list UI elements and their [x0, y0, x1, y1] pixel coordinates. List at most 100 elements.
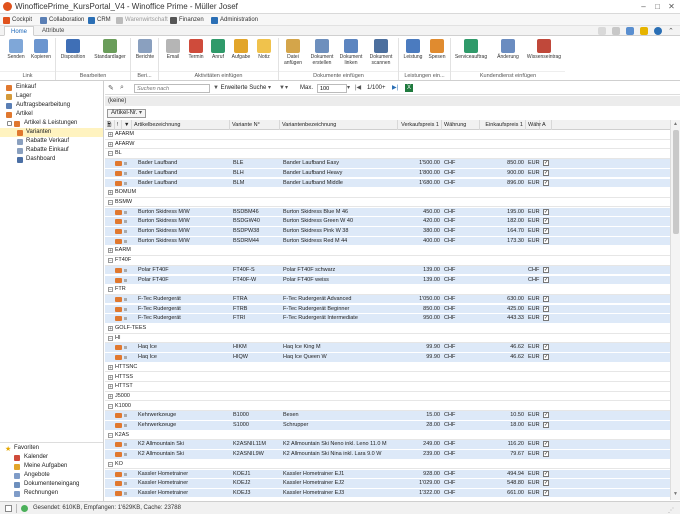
module-administration[interactable]: Administration — [211, 15, 258, 25]
table-row[interactable]: Polar FT40F FT40F-W Polar FT40F weiss 139.0… — [105, 275, 670, 285]
expand-icon[interactable]: + — [108, 132, 113, 138]
expand-icon[interactable]: + — [108, 364, 113, 370]
table-row[interactable]: Bader Laufband BLE Bander Laufband Easy 1'5… — [105, 159, 670, 169]
collapse-icon[interactable]: − — [108, 461, 113, 467]
expand-icon[interactable]: + — [108, 384, 113, 390]
column-header-verkaufspreis[interactable]: Verkaufspreis 1 — [398, 120, 442, 130]
group-row[interactable]: − KO — [105, 459, 670, 470]
active-checkbox[interactable]: ✓ — [543, 354, 549, 361]
nav-item-einkauf[interactable]: Einkauf — [0, 83, 103, 92]
vertical-scrollbar[interactable]: ▲ ▼ — [670, 120, 680, 500]
fav-item-angebote[interactable]: Angebote — [0, 471, 103, 480]
active-checkbox[interactable]: ✓ — [543, 451, 549, 458]
expand-icon[interactable]: + — [108, 326, 113, 332]
first-page-icon[interactable]: |◀ — [355, 84, 361, 93]
module-crm[interactable]: CRM — [88, 15, 111, 25]
active-checkbox[interactable]: ✓ — [543, 344, 549, 351]
active-checkbox[interactable]: ✓ — [543, 480, 549, 487]
fav-item-dokumenteneingang[interactable]: Dokumenteneingang — [0, 480, 103, 489]
module-finanzen[interactable]: Finanzen — [170, 15, 204, 25]
collapse-icon[interactable]: − — [108, 403, 113, 409]
table-row[interactable]: K2 Allmountain Ski K2ASNIL11M K2 Allmounta… — [105, 440, 670, 450]
table-row[interactable]: Kassler Hometrainer KOEJ2 Kassler Hometrai… — [105, 479, 670, 489]
active-checkbox[interactable]: ✓ — [543, 315, 549, 322]
max-dropdown-icon[interactable]: ▾ — [347, 84, 350, 93]
column-header-filter[interactable]: ▼ — [122, 120, 132, 130]
group-row[interactable]: − BL — [105, 149, 670, 159]
active-checkbox[interactable]: ✓ — [543, 441, 549, 448]
aenderung-button[interactable]: Änderung — [493, 39, 523, 69]
notiz-button[interactable]: Notiz — [251, 39, 277, 69]
active-checkbox[interactable]: ✓ — [543, 218, 549, 225]
max-input[interactable] — [317, 84, 347, 93]
group-row[interactable]: + BOMUM — [105, 188, 670, 198]
nav-item-rabatte-einkauf[interactable]: Rabatte Einkauf — [0, 146, 103, 155]
active-checkbox[interactable]: ✓ — [543, 228, 549, 234]
active-checkbox[interactable]: ✓ — [543, 208, 549, 215]
kopieren-button[interactable]: Kopieren — [28, 39, 54, 69]
table-row[interactable]: Burton Skidress M/W BSDRM44 Burton Skidres… — [105, 236, 670, 247]
column-header-waehrung-ek[interactable]: Währ — [526, 120, 541, 130]
active-checkbox[interactable]: ✓ — [543, 470, 549, 477]
group-row[interactable]: − FTR — [105, 285, 670, 295]
berichte-button[interactable]: Berichte — [132, 39, 158, 69]
table-row[interactable]: Burton Skidress M/W BSDBM46 Burton Skidres… — [105, 207, 670, 218]
module-collaboration[interactable]: Collaboration — [40, 15, 84, 25]
column-header-aktiv[interactable]: A — [540, 120, 552, 130]
group-row[interactable]: + J5000 — [105, 391, 670, 402]
group-row[interactable]: +KOCKA — [105, 498, 670, 500]
table-row[interactable]: Bader Laufband BLH Bander Laufband Heavy 1'… — [105, 168, 670, 179]
active-checkbox[interactable]: ✓ — [543, 160, 549, 167]
help-toolbar-icon[interactable] — [612, 27, 620, 35]
active-checkbox[interactable]: ✓ — [543, 276, 549, 283]
group-row[interactable]: + EARM — [105, 246, 670, 256]
help-icon[interactable] — [654, 27, 662, 35]
group-row[interactable]: + HTTST — [105, 382, 670, 392]
minimize-icon[interactable]: – — [638, 1, 649, 12]
maximize-icon[interactable]: □ — [652, 1, 663, 12]
column-header-artikelbezeichnung[interactable]: Artikelbezeichnung — [132, 120, 230, 130]
table-row[interactable]: Haq Ice HIQW Haq Ice Queen W 99.90 CHF 46.62 E… — [105, 353, 670, 363]
collapse-icon[interactable]: − — [108, 287, 113, 293]
close-icon[interactable]: ✕ — [666, 1, 677, 12]
module-warenwirtschaft[interactable]: Warenwirtschaft — [116, 15, 168, 25]
module-cockpit[interactable]: Cockpit — [3, 15, 32, 25]
active-checkbox[interactable]: ✓ — [543, 489, 549, 496]
expand-icon[interactable]: + — [108, 248, 113, 254]
expand-icon[interactable]: + — [108, 190, 113, 196]
datei-anfuegen-button[interactable]: Datei anfügen — [280, 39, 306, 69]
group-row[interactable]: + AFARM — [105, 130, 670, 140]
collapse-icon[interactable]: − — [108, 335, 113, 341]
table-row[interactable]: Kehrwerkzeuge B1000 Besen 15.00 CHF 10.50 EUR ✓ — [105, 411, 670, 421]
expand-icon[interactable]: + — [108, 393, 113, 399]
collapse-icon[interactable]: − — [108, 432, 113, 438]
column-header-variante[interactable]: Variante N° — [230, 120, 280, 130]
advanced-search-dropdown[interactable]: ▼ Erweiterte Suche ▾ — [213, 84, 271, 93]
excel-export-icon[interactable]: X — [405, 84, 413, 92]
nav-item-varianten[interactable]: Varianten — [0, 128, 103, 137]
group-row[interactable]: + HTTSNC — [105, 362, 670, 373]
table-row[interactable]: F-Tec Rudergerät FTRB F-Tec Rudergerät Beg… — [105, 304, 670, 315]
expand-icon[interactable]: + — [108, 374, 113, 380]
nav-item-rabatte-verkauf[interactable]: Rabatte Verkauf — [0, 137, 103, 146]
dokument-linken-button[interactable]: Dokument linken — [338, 39, 364, 69]
expand-icon[interactable]: + — [108, 141, 113, 147]
serviceauftrag-button[interactable]: Serviceauftrag — [453, 39, 489, 69]
table-row[interactable]: F-Tec Rudergerät FTRI F-Tec Rudergerät Int… — [105, 314, 670, 324]
group-row[interactable]: − HI — [105, 333, 670, 344]
active-checkbox[interactable]: ✓ — [543, 266, 549, 273]
window-icon[interactable] — [598, 27, 606, 35]
collapse-icon[interactable]: − — [108, 199, 113, 205]
column-header-variantenbezeichnung[interactable]: Variantenbezeichnung — [280, 120, 398, 130]
active-checkbox[interactable]: ✓ — [543, 422, 549, 428]
fav-item-kalender[interactable]: Kalender — [0, 453, 103, 462]
group-row[interactable]: − K1000 — [105, 401, 670, 412]
nav-item-artikel-leistungen[interactable]: Artikel & Leistungen — [0, 119, 103, 128]
active-checkbox[interactable]: ✓ — [543, 169, 549, 176]
active-checkbox[interactable]: ✓ — [543, 295, 549, 302]
group-row[interactable]: + AFARW — [105, 139, 670, 150]
link-icon[interactable] — [626, 27, 634, 35]
collapse-icon[interactable]: − — [108, 258, 113, 264]
scrollbar-thumb[interactable] — [673, 130, 679, 234]
active-checkbox[interactable]: ✓ — [543, 237, 549, 244]
